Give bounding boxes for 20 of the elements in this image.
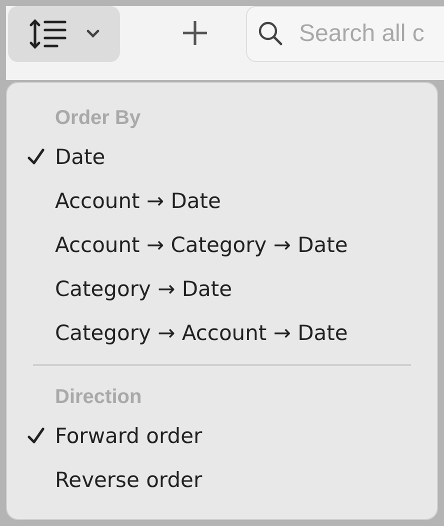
chevron-down-icon xyxy=(85,29,101,39)
menu-item[interactable]: Category → Date xyxy=(7,267,437,311)
sort-menu-button[interactable] xyxy=(8,6,120,62)
menu-item-label: Category → Date xyxy=(55,277,232,301)
add-button[interactable] xyxy=(180,18,210,48)
menu-item[interactable]: Date xyxy=(7,135,437,179)
section-header: Order By xyxy=(54,106,142,131)
menu-item[interactable]: Category → Account → Date xyxy=(7,311,437,355)
menu-item[interactable]: Account → Category → Date xyxy=(7,223,437,267)
search-field[interactable]: Search all c xyxy=(246,6,444,62)
menu-item[interactable]: Account → Date xyxy=(7,179,437,223)
menu-item-label: Account → Date xyxy=(55,189,221,213)
menu-item-label: Account → Category → Date xyxy=(55,233,348,257)
menu-item-label: Reverse order xyxy=(55,468,202,492)
section-header: Direction xyxy=(54,385,143,410)
menu-item-label: Category → Account → Date xyxy=(55,321,348,345)
menu-item-label: Date xyxy=(55,145,106,169)
menu-item[interactable]: Forward order xyxy=(7,414,437,458)
menu-item-label: Forward order xyxy=(55,424,202,448)
menu-item[interactable]: Reverse order xyxy=(7,458,437,502)
